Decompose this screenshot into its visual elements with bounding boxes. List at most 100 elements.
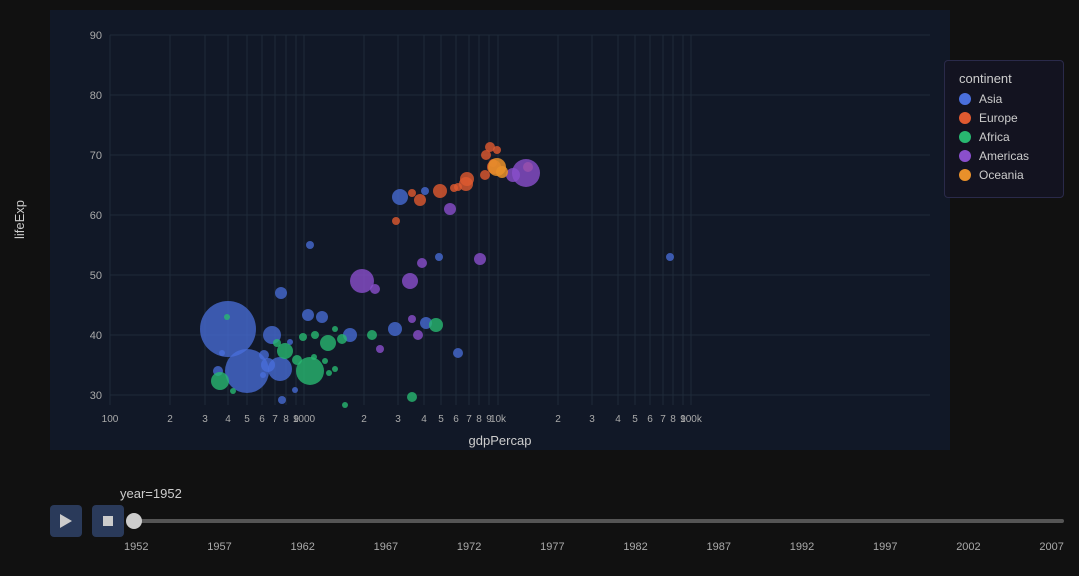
svg-text:30: 30 xyxy=(90,390,102,402)
bubble-uganda xyxy=(311,354,317,360)
bubble-tunisia xyxy=(332,326,338,332)
bubble-ghana xyxy=(311,331,319,339)
svg-text:70: 70 xyxy=(90,150,102,162)
tick-1977: 1977 xyxy=(540,541,564,553)
year-label: year=1952 xyxy=(120,486,1064,501)
tick-2002: 2002 xyxy=(956,541,980,553)
year-ticks: 1952 1957 1962 1967 1972 1977 1982 1987 … xyxy=(124,541,1064,553)
svg-text:5: 5 xyxy=(632,414,638,425)
svg-text:60: 60 xyxy=(90,210,102,222)
svg-text:6: 6 xyxy=(453,414,459,425)
svg-text:80: 80 xyxy=(90,90,102,102)
bubble-iran xyxy=(388,322,402,336)
svg-text:gdpPercap: gdpPercap xyxy=(469,433,532,448)
bubble-bolivia xyxy=(376,345,384,353)
bubble-belgium xyxy=(480,170,490,180)
bubble-austria xyxy=(450,184,458,192)
bubble-chile xyxy=(417,258,427,268)
bubble-lebanon xyxy=(435,253,443,261)
bubble-philippines xyxy=(316,311,328,323)
bubble-egypt xyxy=(320,335,336,351)
svg-text:2: 2 xyxy=(361,414,367,425)
tick-1967: 1967 xyxy=(374,541,398,553)
chart-svg: 90 80 70 60 50 40 30 100 2 3 4 5 6 7 8 9… xyxy=(50,10,950,450)
bubble-southafrica xyxy=(429,318,443,332)
bubble-yemen xyxy=(292,387,298,393)
slider-track xyxy=(134,519,1064,523)
asia-color-dot xyxy=(959,93,971,105)
svg-text:7: 7 xyxy=(272,414,278,425)
bubble-greece xyxy=(408,189,416,197)
bubble-bangladesh xyxy=(261,358,275,372)
svg-text:6: 6 xyxy=(647,414,653,425)
slider-thumb[interactable] xyxy=(126,513,142,529)
timeline-slider[interactable] xyxy=(134,511,1064,531)
bubble-norway xyxy=(493,146,501,154)
svg-text:6: 6 xyxy=(259,414,265,425)
svg-text:7: 7 xyxy=(466,414,472,425)
svg-text:4: 4 xyxy=(615,414,621,425)
africa-color-dot xyxy=(959,131,971,143)
bubble-kuwait xyxy=(666,253,674,261)
bubble-mexico xyxy=(402,273,418,289)
legend-label-asia: Asia xyxy=(979,92,1002,106)
svg-text:7: 7 xyxy=(660,414,666,425)
tick-1982: 1982 xyxy=(623,541,647,553)
bubble-venezuela xyxy=(474,253,486,265)
europe-color-dot xyxy=(959,112,971,124)
svg-text:3: 3 xyxy=(395,414,401,425)
chart-area: 90 80 70 60 50 40 30 100 2 3 4 5 6 7 8 9… xyxy=(50,10,950,450)
svg-text:100k: 100k xyxy=(680,414,703,425)
bubble-madagascar xyxy=(326,370,332,376)
svg-text:8: 8 xyxy=(283,414,289,425)
tick-2007: 2007 xyxy=(1039,541,1063,553)
svg-text:1000: 1000 xyxy=(293,414,316,425)
bubble-ethiopia xyxy=(211,372,229,390)
bubble-korea xyxy=(302,309,314,321)
bubble-cameroon xyxy=(322,358,328,364)
svg-text:5: 5 xyxy=(244,414,250,425)
legend-item-europe: Europe xyxy=(959,111,1049,125)
tick-1972: 1972 xyxy=(457,541,481,553)
stop-button[interactable] xyxy=(92,505,124,537)
playbar-row xyxy=(50,505,1064,537)
legend-label-americas: Americas xyxy=(979,149,1029,163)
controls: year=1952 1952 1957 1962 xyxy=(50,486,1064,566)
bubble-kenya xyxy=(299,333,307,341)
tick-1952: 1952 xyxy=(124,541,148,553)
bubble-spain xyxy=(414,194,426,206)
svg-text:5: 5 xyxy=(438,414,444,425)
bubble-newzealand xyxy=(496,166,508,178)
bubble-saudi xyxy=(453,348,463,358)
svg-text:8: 8 xyxy=(670,414,676,425)
svg-text:3: 3 xyxy=(589,414,595,425)
legend-item-oceania: Oceania xyxy=(959,168,1049,182)
bubble-canada xyxy=(506,168,520,182)
svg-text:8: 8 xyxy=(476,414,482,425)
play-button[interactable] xyxy=(50,505,82,537)
legend: continent Asia Europe Africa Americas Oc… xyxy=(944,60,1064,198)
svg-text:50: 50 xyxy=(90,270,102,282)
svg-text:2: 2 xyxy=(555,414,561,425)
bubble-vietnam xyxy=(259,350,269,360)
legend-item-americas: Americas xyxy=(959,149,1049,163)
play-icon xyxy=(60,514,72,528)
bubble-thailand xyxy=(275,287,287,299)
bubble-libya xyxy=(342,402,348,408)
bubble-morocco xyxy=(337,334,347,344)
bubble-argentina xyxy=(444,203,456,215)
svg-text:4: 4 xyxy=(225,414,231,425)
bubble-algeria xyxy=(367,330,377,340)
legend-title: continent xyxy=(959,71,1049,86)
tick-1992: 1992 xyxy=(790,541,814,553)
svg-text:2: 2 xyxy=(167,414,173,425)
legend-item-africa: Africa xyxy=(959,130,1049,144)
svg-text:100: 100 xyxy=(102,414,119,425)
bubble-angola xyxy=(407,392,417,402)
bubble-srilanka xyxy=(306,241,314,249)
svg-text:90: 90 xyxy=(90,30,102,42)
legend-label-oceania: Oceania xyxy=(979,168,1024,182)
svg-text:4: 4 xyxy=(421,414,427,425)
bubble-afghanistan xyxy=(278,396,286,404)
oceania-color-dot xyxy=(959,169,971,181)
